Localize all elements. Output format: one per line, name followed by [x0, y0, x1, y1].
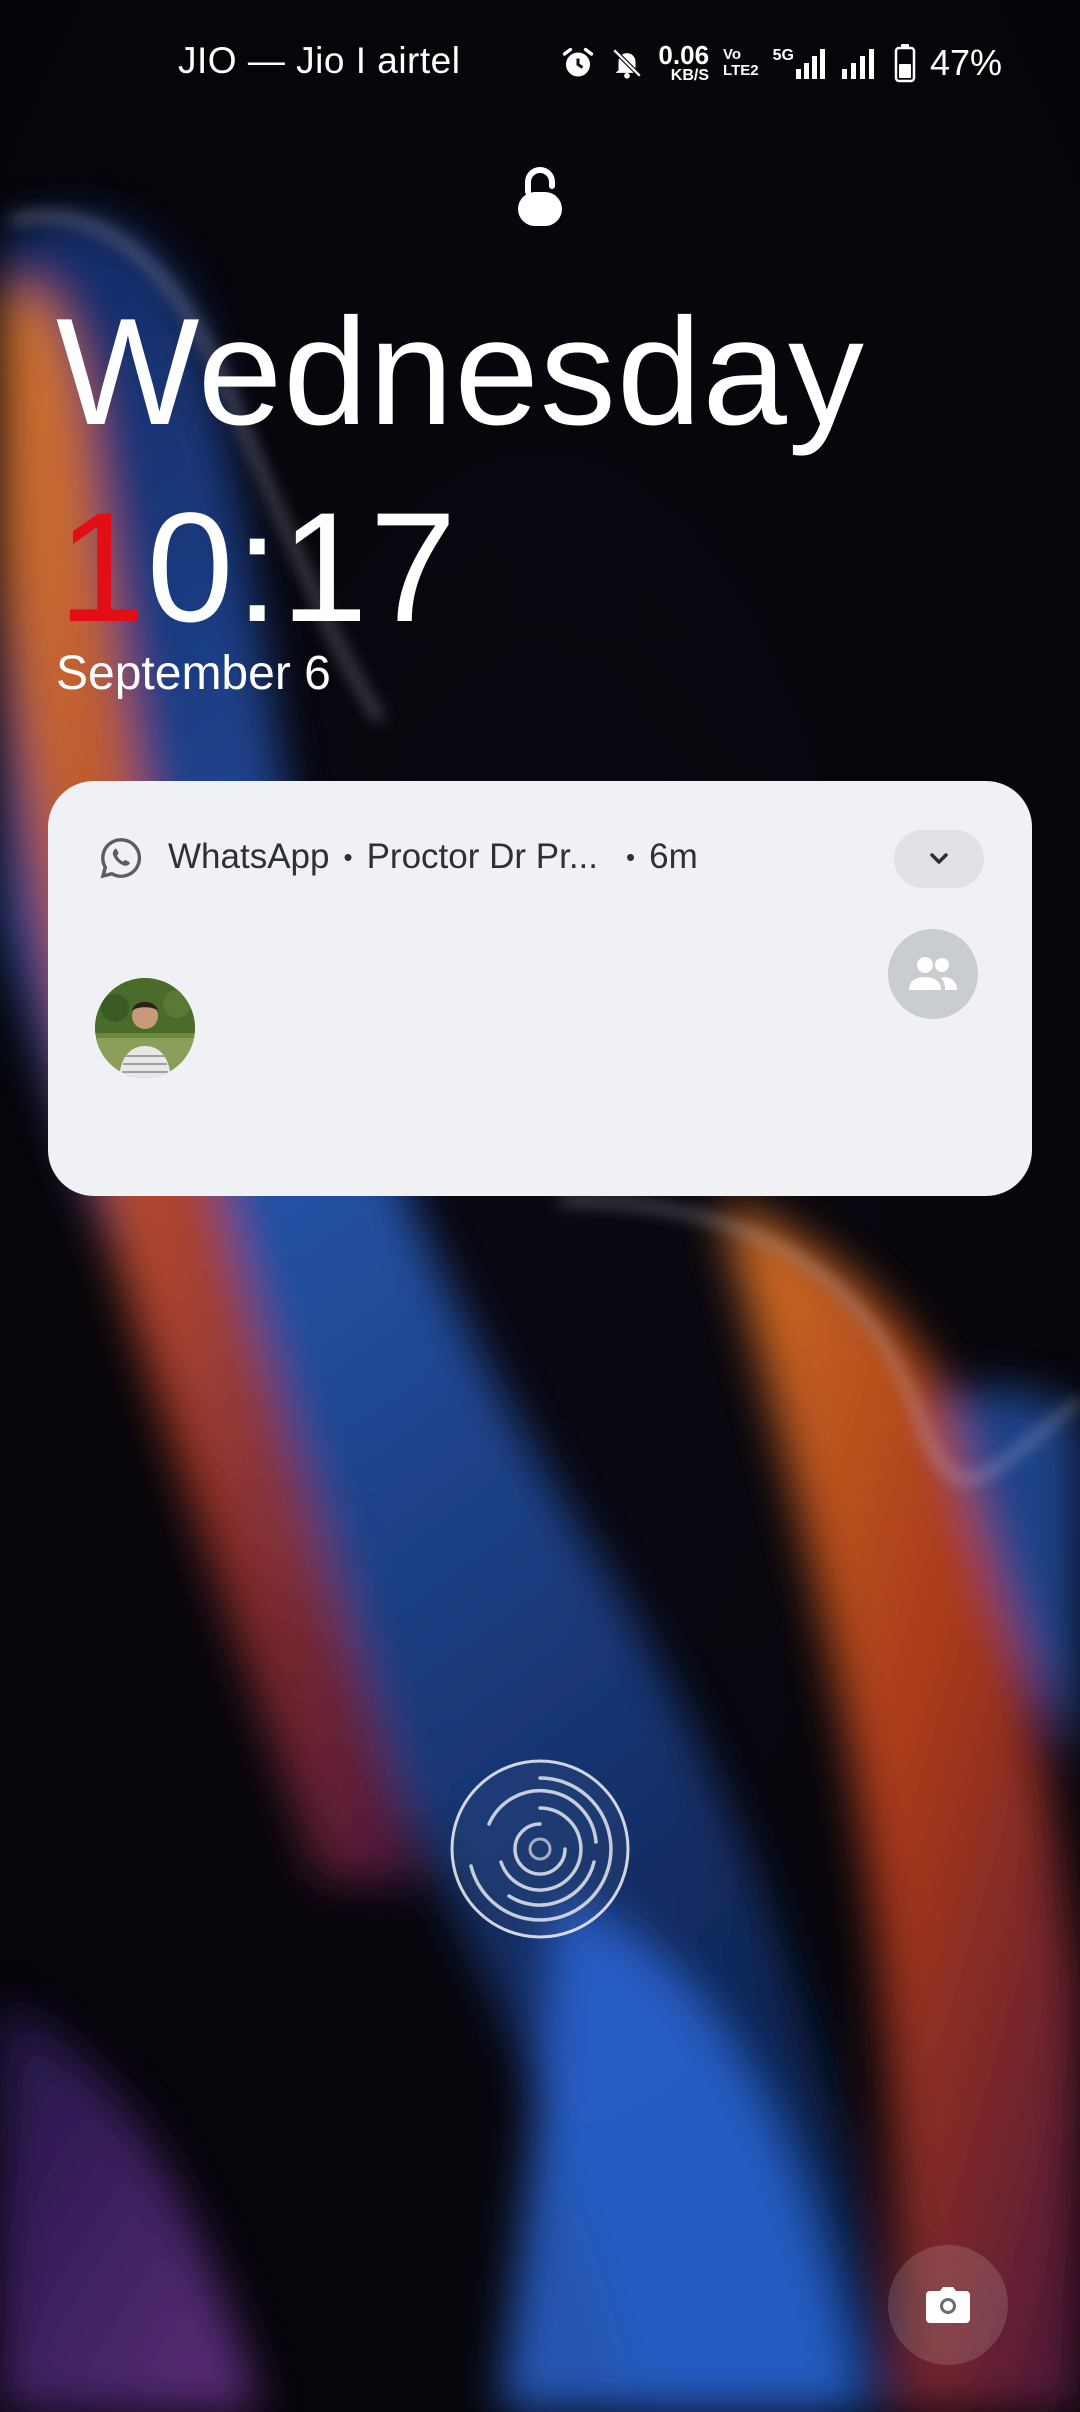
- separator-dot: •: [343, 841, 353, 872]
- clock-accent-digit: 1: [58, 481, 147, 655]
- status-bar: JIO — Jio I airtel 0.06 KB/S Vo LTE2 5G …: [0, 0, 1080, 130]
- day-of-week: Wednesday: [56, 287, 865, 457]
- group-icon: [909, 957, 957, 990]
- clock: 10:17: [58, 490, 458, 646]
- fingerprint-icon[interactable]: [449, 1758, 631, 1940]
- signal-icon: [841, 49, 874, 79]
- lock-icon[interactable]: [516, 166, 564, 228]
- battery-icon: [894, 44, 916, 83]
- speed-value: 0.06: [658, 40, 710, 70]
- group-avatar: [888, 929, 978, 1019]
- avatar-photo: [95, 978, 195, 1078]
- camera-shortcut-button[interactable]: [888, 2245, 1008, 2365]
- volte-top: Vo: [723, 46, 742, 63]
- battery-percent: 47%: [929, 42, 1002, 83]
- chevron-down-icon: [930, 853, 948, 864]
- volte-bottom: LTE2: [723, 62, 759, 79]
- carrier-label: JIO — Jio I airtel: [178, 40, 461, 81]
- expand-button[interactable]: [894, 830, 984, 888]
- status-icons: 0.06 KB/S Vo LTE2 5G 47%: [560, 38, 1002, 88]
- volte-indicator: Vo LTE2: [723, 47, 759, 79]
- alarm-icon: [563, 47, 594, 77]
- camera-icon: [926, 2287, 970, 2323]
- signal-icon: [795, 49, 825, 79]
- notification-card[interactable]: WhatsApp • Proctor Dr Pr... • 6m: [48, 781, 1032, 1196]
- signal-5g: 5G: [773, 47, 826, 79]
- date: September 6: [56, 647, 331, 700]
- notification-title: Proctor Dr Pr...: [366, 837, 599, 876]
- app-name: WhatsApp: [168, 837, 330, 876]
- clock-time: 0:17: [146, 481, 459, 655]
- notification-header: WhatsApp • Proctor Dr Pr... • 6m: [168, 837, 698, 877]
- network-speed: 0.06 KB/S: [658, 42, 709, 84]
- sender-avatar: [95, 978, 195, 1078]
- whatsapp-icon: [100, 838, 142, 879]
- separator-dot: •: [626, 841, 636, 872]
- bell-off-icon: [613, 48, 642, 79]
- network-type: 5G: [772, 47, 794, 64]
- notification-time: 6m: [649, 837, 698, 876]
- speed-unit: KB/S: [670, 67, 710, 84]
